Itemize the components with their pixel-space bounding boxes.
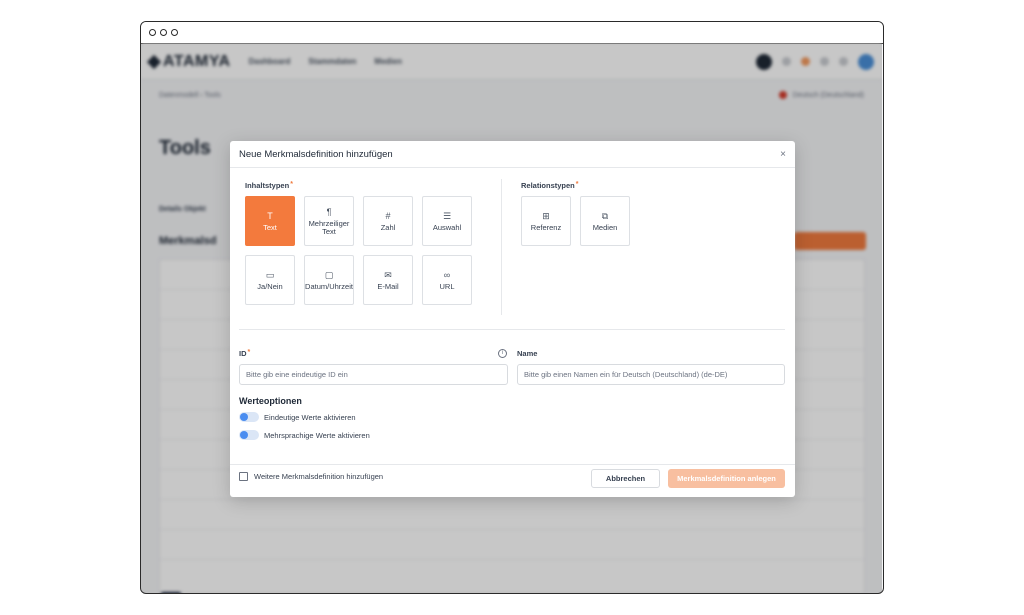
add-more-checkbox[interactable]	[239, 472, 248, 481]
unique-values-label: Eindeutige Werte aktivieren	[264, 412, 356, 422]
id-label-text: ID	[239, 349, 247, 358]
type-tile-label: E-Mail	[377, 281, 399, 291]
list-icon: ☰	[442, 210, 452, 221]
type-tile-media[interactable]: ⧉ Medien	[580, 196, 630, 246]
unique-values-row: Eindeutige Werte aktivieren	[239, 412, 356, 422]
content-types-label-text: Inhaltstypen	[245, 181, 290, 190]
text-type-icon: T	[267, 210, 273, 221]
add-feature-definition-dialog: Neue Merkmalsdefinition hinzufügen × Inh…	[230, 141, 795, 497]
type-tile-label: Text	[263, 222, 277, 232]
type-tile-multiline-text[interactable]: ¶ Mehrzeiliger Text	[304, 196, 354, 246]
paragraph-icon: ¶	[326, 206, 332, 217]
relation-types-label: Relationstypen*	[521, 181, 579, 190]
create-definition-button[interactable]: Merkmalsdefinition anlegen	[668, 469, 785, 488]
type-tile-text[interactable]: T Text	[245, 196, 295, 246]
type-tile-label: Mehrzeiliger Text	[308, 218, 350, 236]
dialog-header: Neue Merkmalsdefinition hinzufügen ×	[230, 141, 795, 168]
type-tile-label: Datum/Uhrzeit	[305, 281, 353, 291]
info-icon[interactable]: i	[498, 349, 507, 358]
window-control-maximize[interactable]	[171, 29, 178, 36]
calendar-icon: ▢	[324, 269, 334, 280]
multilang-values-label: Mehrsprachige Werte aktivieren	[264, 430, 370, 440]
type-tile-number[interactable]: # Zahl	[363, 196, 413, 246]
add-more-row: Weitere Merkmalsdefinition hinzufügen	[239, 472, 383, 481]
multilang-values-toggle[interactable]	[239, 430, 259, 440]
dialog-title: Neue Merkmalsdefinition hinzufügen	[239, 148, 393, 160]
name-field-label: Name	[517, 349, 538, 358]
type-tile-label: Medien	[592, 222, 618, 232]
type-tile-label: Zahl	[380, 222, 396, 232]
window-control-close[interactable]	[149, 29, 156, 36]
link-icon: ∞	[443, 269, 451, 280]
type-tile-email[interactable]: ✉ E-Mail	[363, 255, 413, 305]
media-icon: ⧉	[601, 210, 609, 221]
relation-types-label-text: Relationstypen	[521, 181, 575, 190]
form-divider	[239, 329, 785, 330]
cancel-button[interactable]: Abbrechen	[591, 469, 660, 488]
required-marker: *	[290, 181, 293, 188]
value-options-title: Werteoptionen	[239, 396, 302, 406]
type-tile-label: Ja/Nein	[257, 281, 283, 291]
required-marker: *	[575, 181, 579, 188]
window-control-minimize[interactable]	[160, 29, 167, 36]
section-divider	[501, 179, 502, 315]
unique-values-toggle[interactable]	[239, 412, 259, 422]
window-titlebar	[141, 22, 883, 44]
id-input[interactable]	[239, 364, 508, 385]
content-types-label: Inhaltstypen*	[245, 181, 293, 190]
type-tile-selection[interactable]: ☰ Auswahl	[422, 196, 472, 246]
required-marker: *	[247, 349, 251, 356]
reference-icon: ⊞	[542, 210, 550, 221]
envelope-icon: ✉	[384, 269, 392, 280]
multilang-values-row: Mehrsprachige Werte aktivieren	[239, 430, 370, 440]
add-more-label: Weitere Merkmalsdefinition hinzufügen	[254, 472, 384, 481]
type-tile-datetime[interactable]: ▢ Datum/Uhrzeit	[304, 255, 354, 305]
type-tile-label: URL	[439, 281, 455, 291]
hash-icon: #	[385, 210, 391, 221]
type-tile-label: Auswahl	[432, 222, 462, 232]
type-tile-label: Referenz	[530, 222, 562, 232]
close-icon[interactable]: ×	[780, 149, 786, 160]
type-tile-url[interactable]: ∞ URL	[422, 255, 472, 305]
id-field-label: ID*	[239, 349, 250, 358]
type-tile-reference[interactable]: ⊞ Referenz	[521, 196, 571, 246]
type-tile-boolean[interactable]: ▭ Ja/Nein	[245, 255, 295, 305]
toggle-box-icon: ▭	[265, 269, 275, 280]
name-input[interactable]	[517, 364, 785, 385]
footer-divider	[230, 464, 795, 465]
